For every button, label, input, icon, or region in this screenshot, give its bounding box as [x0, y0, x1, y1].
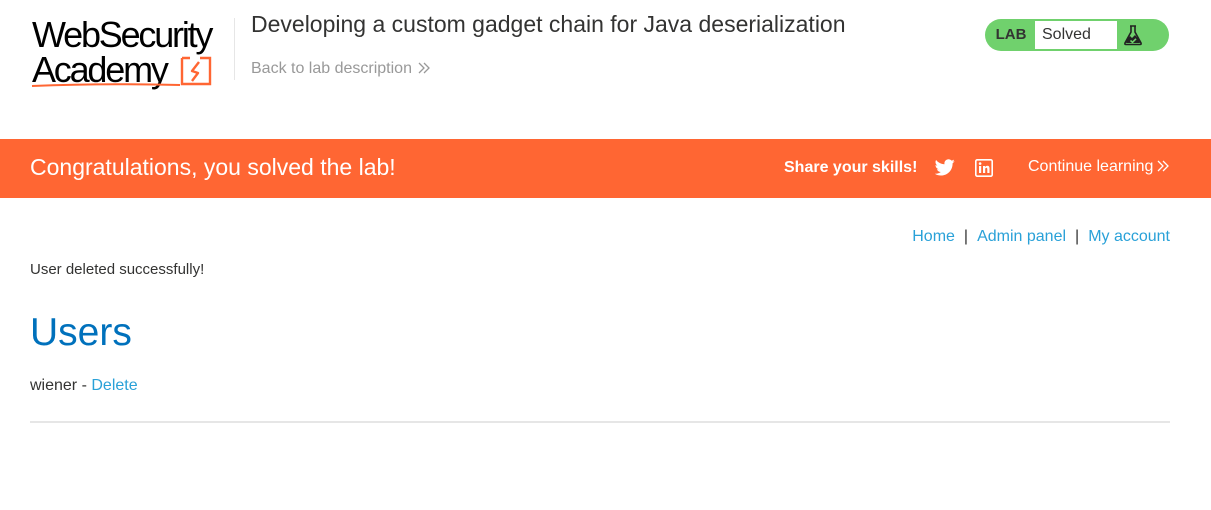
nav-home-link[interactable]: Home: [912, 228, 955, 245]
lab-title: Developing a custom gadget chain for Jav…: [251, 11, 846, 37]
flask-icon: [1124, 25, 1142, 46]
user-name: wiener: [30, 377, 78, 394]
back-to-lab-description-link[interactable]: Back to lab description: [251, 60, 430, 78]
continue-learning-label: Continue learning: [1028, 158, 1154, 175]
lab-status-widget: LAB Solved: [985, 19, 1169, 51]
nav-separator: |: [1075, 228, 1080, 245]
page-title: Users: [30, 311, 132, 354]
nav-my-account-link[interactable]: My account: [1088, 228, 1170, 245]
banner-message: Congratulations, you solved the lab!: [30, 154, 396, 180]
user-separator: -: [77, 377, 92, 394]
header-divider: [234, 18, 235, 80]
logo-bolt-icon: [180, 56, 212, 86]
delete-user-link[interactable]: Delete: [91, 377, 137, 394]
nav-separator: |: [963, 228, 969, 245]
share-skills-label: Share your skills!: [784, 159, 918, 176]
logo-line1: WebSecurity: [32, 14, 213, 55]
double-chevron-right-icon: [1157, 160, 1170, 172]
linkedin-icon[interactable]: [975, 159, 993, 177]
top-navigation: Home | Admin panel | My account: [912, 228, 1170, 246]
twitter-icon[interactable]: [935, 159, 955, 176]
back-link-label: Back to lab description: [251, 60, 412, 77]
congratulations-banner: Congratulations, you solved the lab! Sha…: [0, 139, 1211, 198]
double-chevron-right-icon: [418, 62, 430, 74]
user-list-item: wiener - Delete: [30, 377, 138, 395]
status-message: User deleted successfully!: [30, 261, 205, 278]
logo-underline: [31, 83, 181, 87]
header: WebSecurity Academy Developing a custom …: [0, 0, 1211, 139]
web-security-academy-logo[interactable]: WebSecurity Academy: [30, 16, 232, 90]
divider: [30, 421, 1170, 423]
lab-status-value: Solved: [1035, 21, 1117, 49]
lab-badge: LAB: [995, 26, 1027, 43]
continue-learning-link[interactable]: Continue learning: [1028, 158, 1170, 176]
nav-admin-panel-link[interactable]: Admin panel: [977, 228, 1066, 245]
